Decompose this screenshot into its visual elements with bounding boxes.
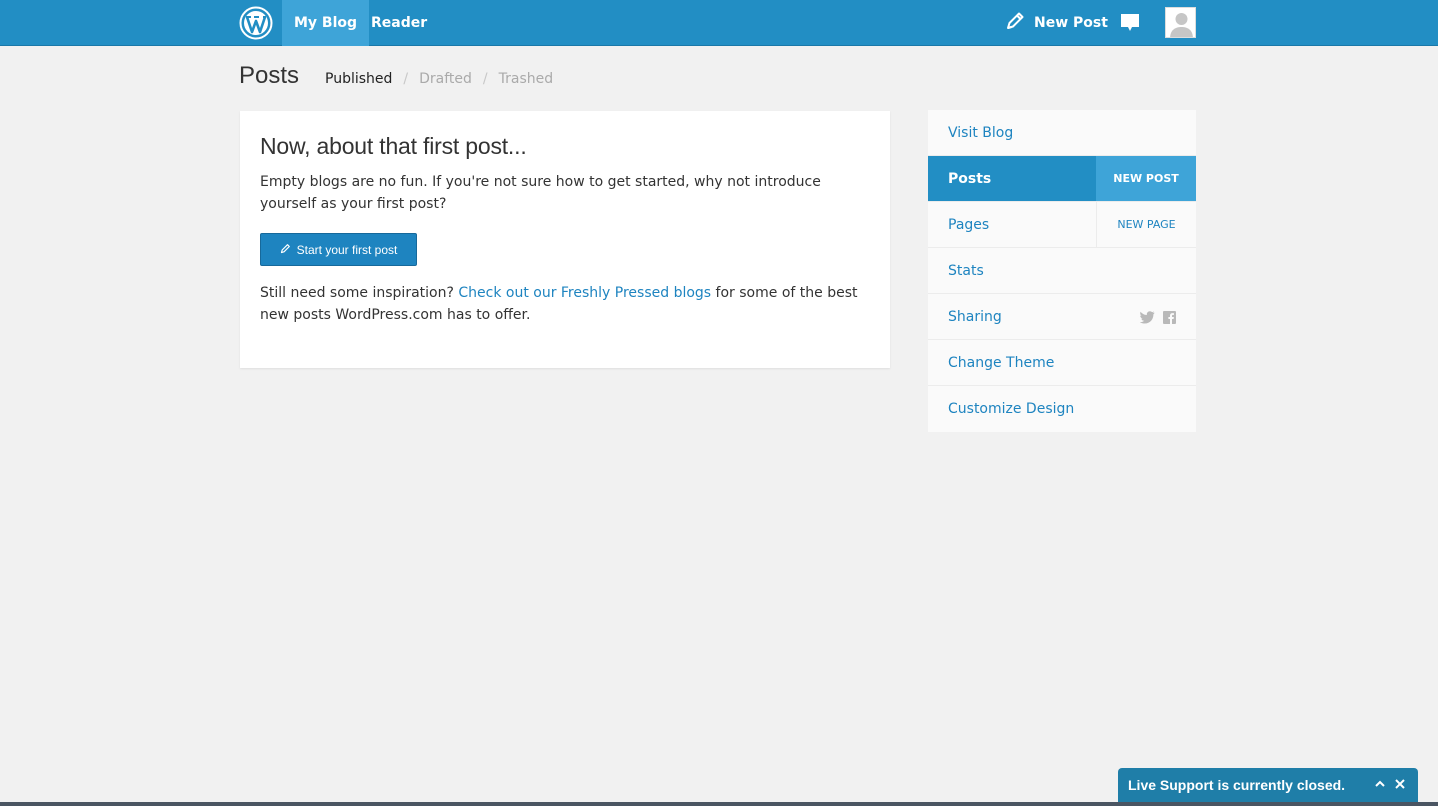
twitter-icon <box>1139 309 1155 328</box>
sidebar-item-change-theme: Change Theme <box>928 340 1196 386</box>
sidebar-item-pages: Pages NEW PAGE <box>928 202 1196 248</box>
avatar[interactable] <box>1165 7 1196 38</box>
sidebar-link-pages[interactable]: Pages <box>928 202 1096 247</box>
filter-trashed[interactable]: Trashed <box>499 71 554 87</box>
card-description: Empty blogs are no fun. If you're not su… <box>260 174 821 212</box>
sidebar-new-post-button[interactable]: NEW POST <box>1096 156 1196 201</box>
filter-drafted[interactable]: Drafted <box>419 71 472 87</box>
facebook-icon <box>1163 309 1176 328</box>
chevron-up-icon[interactable] <box>1372 776 1388 792</box>
sidebar-link-posts[interactable]: Posts <box>928 156 1096 201</box>
sidebar-link-visit-blog[interactable]: Visit Blog <box>928 110 1196 155</box>
share-icons <box>1139 309 1176 328</box>
pencil-icon <box>1004 10 1026 36</box>
top-navigation-bar: My Blog Reader New Post <box>0 0 1438 46</box>
live-support-label: Live Support is currently closed. <box>1128 777 1346 793</box>
start-first-post-button[interactable]: Start your first post <box>260 233 417 266</box>
tab-reader[interactable]: Reader <box>359 0 439 46</box>
close-icon[interactable] <box>1392 776 1408 792</box>
blog-sidebar-menu: Visit Blog Posts NEW POST Pages NEW PAGE… <box>928 110 1196 432</box>
sidebar-link-customize-design[interactable]: Customize Design <box>928 386 1196 432</box>
live-support-widget[interactable]: Live Support is currently closed. <box>1118 768 1418 802</box>
pencil-icon <box>280 243 291 257</box>
filter-separator: / <box>403 71 409 87</box>
new-post-label: New Post <box>1034 15 1108 31</box>
inspiration-text-before: Still need some inspiration? <box>260 285 459 301</box>
notifications-icon[interactable] <box>1119 12 1141 36</box>
first-post-card: Now, about that first post... Empty blog… <box>240 111 890 368</box>
card-heading: Now, about that first post... <box>260 133 527 159</box>
sidebar-item-stats: Stats <box>928 248 1196 294</box>
sidebar-link-stats[interactable]: Stats <box>928 248 1196 293</box>
sidebar-item-posts: Posts NEW POST <box>928 156 1196 202</box>
sidebar-new-page-button[interactable]: NEW PAGE <box>1096 202 1196 247</box>
bottom-strip <box>0 802 1438 806</box>
sidebar-item-sharing: Sharing <box>928 294 1196 340</box>
new-post-button[interactable]: New Post <box>1004 0 1108 46</box>
post-status-filters: Published / Drafted / Trashed <box>325 71 553 87</box>
sidebar-item-visit-blog: Visit Blog <box>928 110 1196 156</box>
sidebar-item-customize-design: Customize Design <box>928 386 1196 432</box>
filter-published[interactable]: Published <box>325 71 392 87</box>
inspiration-text: Still need some inspiration? Check out o… <box>260 282 880 326</box>
page-title: Posts <box>239 62 300 89</box>
start-first-post-label: Start your first post <box>296 242 398 257</box>
filter-separator: / <box>482 71 488 87</box>
wordpress-logo-icon[interactable] <box>239 6 273 40</box>
sidebar-link-change-theme[interactable]: Change Theme <box>928 340 1196 385</box>
tab-my-blog[interactable]: My Blog <box>282 0 370 46</box>
freshly-pressed-link[interactable]: Check out our Freshly Pressed blogs <box>458 285 711 301</box>
